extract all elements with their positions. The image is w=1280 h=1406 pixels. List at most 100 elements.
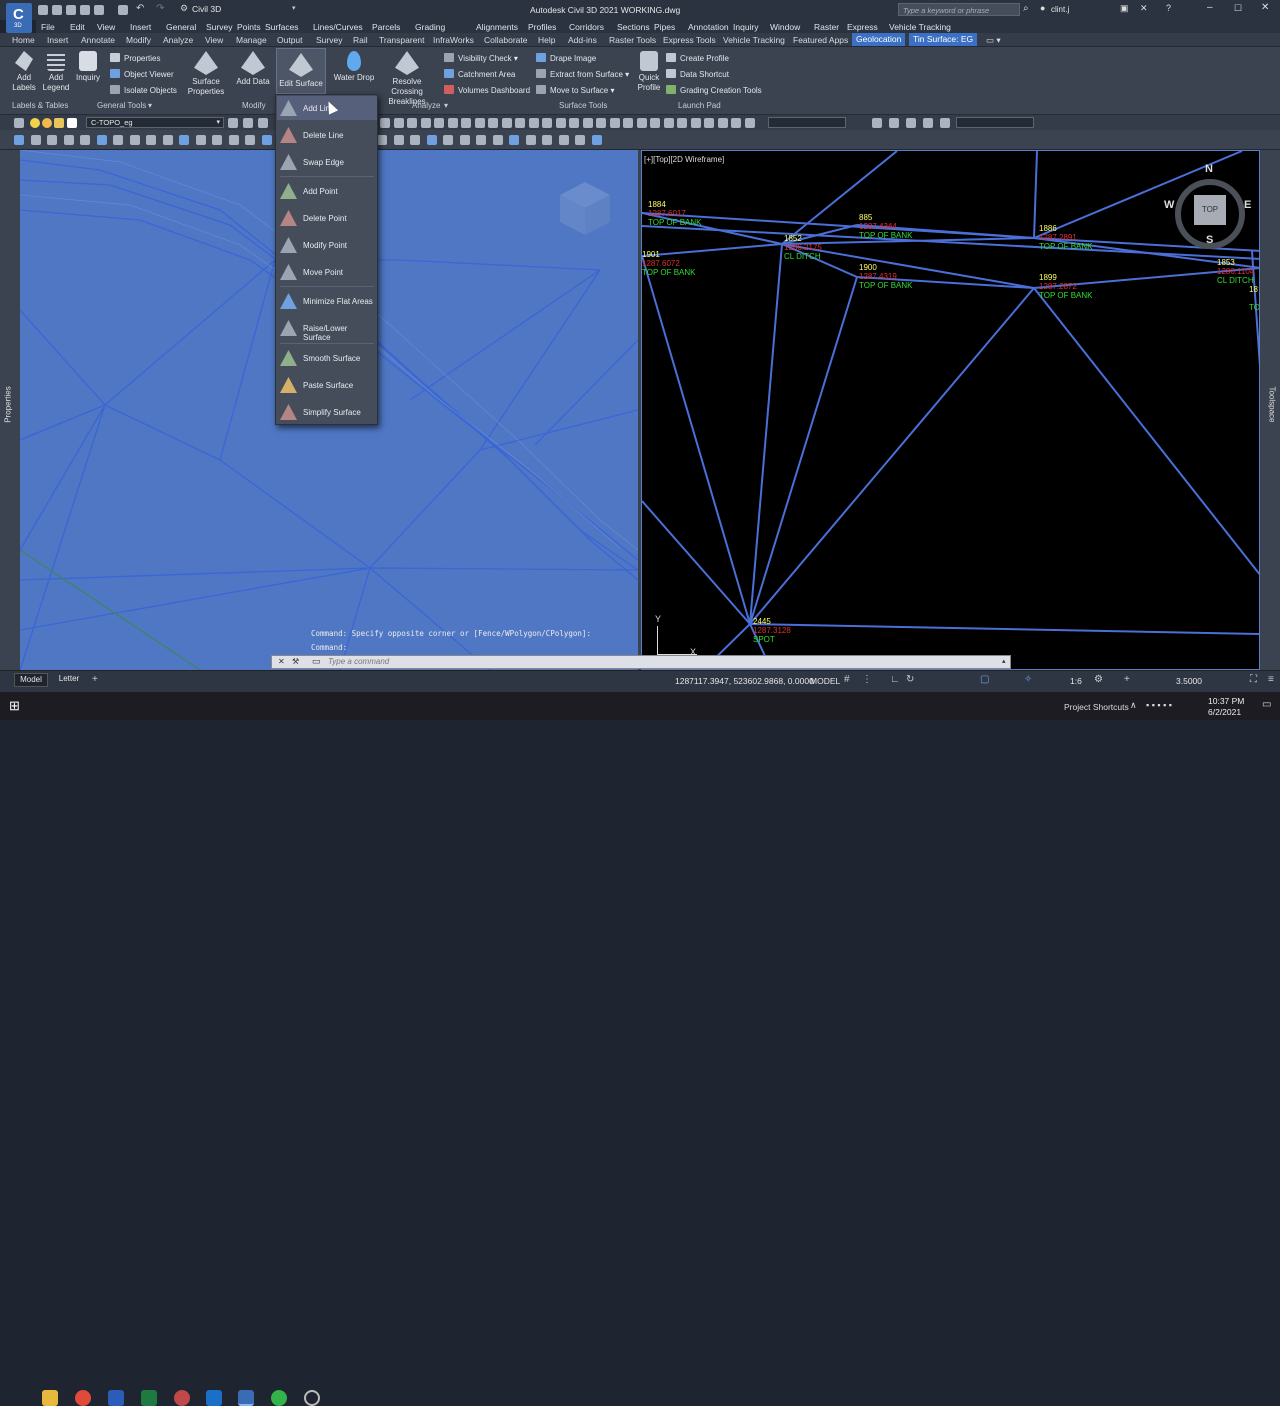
menu-annotation[interactable]: Annotation bbox=[688, 22, 729, 32]
modify-tool-icon[interactable] bbox=[731, 118, 741, 128]
draw-tool-icon[interactable] bbox=[146, 135, 156, 145]
tab-transparent[interactable]: Transparent bbox=[379, 35, 425, 45]
tab-model[interactable]: Model bbox=[14, 673, 48, 687]
menu-sections[interactable]: Sections bbox=[617, 22, 650, 32]
modify-tool-icon[interactable] bbox=[474, 118, 485, 128]
draw-tool-icon[interactable] bbox=[179, 135, 189, 145]
tab-help[interactable]: Help bbox=[538, 35, 555, 45]
modify-tool-icon[interactable] bbox=[623, 118, 633, 128]
menu-parcels[interactable]: Parcels bbox=[372, 22, 400, 32]
draw-tool-icon[interactable] bbox=[492, 135, 503, 145]
tray-chevron-icon[interactable]: ∧ bbox=[1130, 700, 1137, 711]
menu-raster[interactable]: Raster bbox=[814, 22, 839, 32]
tab-view[interactable]: View bbox=[205, 35, 223, 45]
add-layout-icon[interactable]: + bbox=[92, 674, 98, 685]
modify-tool-icon[interactable] bbox=[420, 118, 431, 128]
fullscreen-icon[interactable]: ⛶ bbox=[1250, 674, 1257, 685]
draw-tool-icon[interactable] bbox=[525, 135, 536, 145]
coordinates-readout[interactable]: 1287117.3947, 523602.9868, 0.0000 bbox=[675, 676, 814, 686]
property-tool-icon[interactable] bbox=[872, 118, 882, 128]
clock-time[interactable]: 10:37 PM bbox=[1208, 696, 1244, 706]
draw-tool-icon[interactable] bbox=[212, 135, 222, 145]
snipping-tool-icon[interactable] bbox=[174, 1390, 190, 1406]
menu-points[interactable]: Points bbox=[237, 22, 261, 32]
compass-s[interactable]: S bbox=[1206, 234, 1213, 246]
draw-tool-icon[interactable] bbox=[162, 135, 173, 145]
draw-tool-icon[interactable] bbox=[14, 135, 24, 145]
point-label[interactable]: 1901 1287.6072 TOP OF BANK bbox=[642, 250, 696, 277]
modify-tool-icon[interactable] bbox=[542, 118, 552, 128]
property-tool-icon[interactable] bbox=[940, 118, 950, 128]
draw-tool-icon[interactable] bbox=[426, 135, 437, 145]
menu-pipes[interactable]: Pipes bbox=[654, 22, 675, 32]
volumes-dashboard-button[interactable]: Volumes Dashboard bbox=[444, 85, 530, 95]
property-combo-1[interactable] bbox=[768, 117, 846, 128]
object-viewer-button[interactable]: Object Viewer bbox=[110, 69, 174, 79]
compass-e[interactable]: E bbox=[1244, 199, 1251, 211]
compass-n[interactable]: N bbox=[1205, 163, 1213, 175]
tab-express-tools[interactable]: Express Tools bbox=[663, 35, 716, 45]
search-icon[interactable]: ⌕ bbox=[1023, 3, 1029, 14]
command-input[interactable]: Type a command bbox=[328, 657, 389, 666]
menu-file[interactable]: File bbox=[41, 22, 55, 32]
undo-icon[interactable]: ↶ bbox=[136, 3, 144, 14]
polar-icon[interactable]: ↻ bbox=[906, 674, 914, 685]
modify-tool-icon[interactable] bbox=[596, 118, 606, 128]
plus-icon[interactable]: + bbox=[1124, 674, 1130, 685]
draw-tool-icon[interactable] bbox=[228, 135, 239, 145]
draw-tool-icon[interactable] bbox=[377, 135, 387, 145]
panel-label-general-tools[interactable]: General Tools bbox=[97, 101, 146, 110]
compass-w[interactable]: W bbox=[1164, 199, 1174, 211]
tab-output[interactable]: Output bbox=[277, 35, 303, 45]
windows-start-icon[interactable]: ⊞ bbox=[9, 698, 20, 714]
draw-tool-icon[interactable] bbox=[509, 135, 519, 145]
menu-edit[interactable]: Edit bbox=[70, 22, 85, 32]
tab-modify[interactable]: Modify bbox=[126, 35, 151, 45]
property-tool-icon[interactable] bbox=[906, 118, 916, 128]
modify-tool-icon[interactable] bbox=[650, 118, 660, 128]
draw-tool-icon[interactable] bbox=[195, 135, 206, 145]
properties-palette-strip[interactable]: Properties bbox=[0, 150, 20, 670]
green-app-icon[interactable] bbox=[271, 1390, 287, 1406]
toolspace-side-label[interactable]: Toolspace bbox=[1268, 386, 1277, 422]
modify-tool-icon[interactable] bbox=[555, 118, 566, 128]
menu-inquiry[interactable]: Inquiry bbox=[733, 22, 759, 32]
clock-date[interactable]: 6/2/2021 bbox=[1208, 707, 1241, 717]
tab-options-icon[interactable]: ▭ ▾ bbox=[986, 35, 1001, 46]
menu-item-delete-point[interactable]: Delete Point bbox=[277, 206, 377, 230]
properties-side-label[interactable]: Properties bbox=[4, 386, 13, 422]
draw-tool-icon[interactable] bbox=[459, 135, 470, 145]
menu-item-minimize-flat-areas[interactable]: Minimize Flat Areas bbox=[277, 289, 377, 313]
modify-tool-icon[interactable] bbox=[528, 118, 539, 128]
draw-tool-icon[interactable] bbox=[80, 135, 90, 145]
isolate-objects-button[interactable]: Isolate Objects bbox=[110, 85, 177, 95]
menu-item-simplify-surface[interactable]: Simplify Surface bbox=[277, 400, 377, 424]
tab-analyze[interactable]: Analyze bbox=[163, 35, 193, 45]
menu-item-modify-point[interactable]: Modify Point bbox=[277, 233, 377, 257]
circle-app-icon[interactable] bbox=[304, 1390, 320, 1406]
modify-tool-icon[interactable] bbox=[690, 118, 701, 128]
inquiry-button[interactable]: Inquiry bbox=[72, 51, 104, 83]
catchment-area-button[interactable]: Catchment Area bbox=[444, 69, 515, 79]
point-label[interactable]: 1886 1287.2891 TOP OF BANK bbox=[1039, 224, 1093, 251]
draw-tool-icon[interactable] bbox=[261, 135, 272, 145]
modify-tool-icon[interactable] bbox=[663, 118, 674, 128]
tab-infraworks[interactable]: InfraWorks bbox=[433, 35, 474, 45]
add-labels-button[interactable]: Add Labels bbox=[8, 51, 40, 93]
word-icon[interactable] bbox=[108, 1390, 124, 1406]
modify-tool-icon[interactable] bbox=[488, 118, 498, 128]
visibility-check-button[interactable]: Visibility Check ▾ bbox=[444, 53, 518, 63]
save-icon[interactable] bbox=[66, 5, 76, 15]
resolve-crossing-breaklines-button[interactable]: Resolve Crossing Breaklines bbox=[376, 51, 438, 107]
open-file-icon[interactable] bbox=[52, 5, 62, 15]
project-shortcuts-label[interactable]: Project Shortcuts bbox=[1064, 702, 1129, 712]
menu-item-delete-line[interactable]: Delete Line bbox=[277, 123, 377, 147]
maximize-icon[interactable]: ☐ bbox=[1234, 3, 1242, 14]
user-icon[interactable]: ● bbox=[1040, 3, 1045, 13]
chevron-up-icon[interactable]: ▴ bbox=[1002, 657, 1006, 665]
app-logo[interactable]: C 3D bbox=[6, 3, 32, 33]
modify-tool-icon[interactable] bbox=[407, 118, 417, 128]
outlook-icon[interactable] bbox=[206, 1390, 222, 1406]
menu-general[interactable]: General bbox=[166, 22, 196, 32]
menu-insert[interactable]: Insert bbox=[130, 22, 151, 32]
